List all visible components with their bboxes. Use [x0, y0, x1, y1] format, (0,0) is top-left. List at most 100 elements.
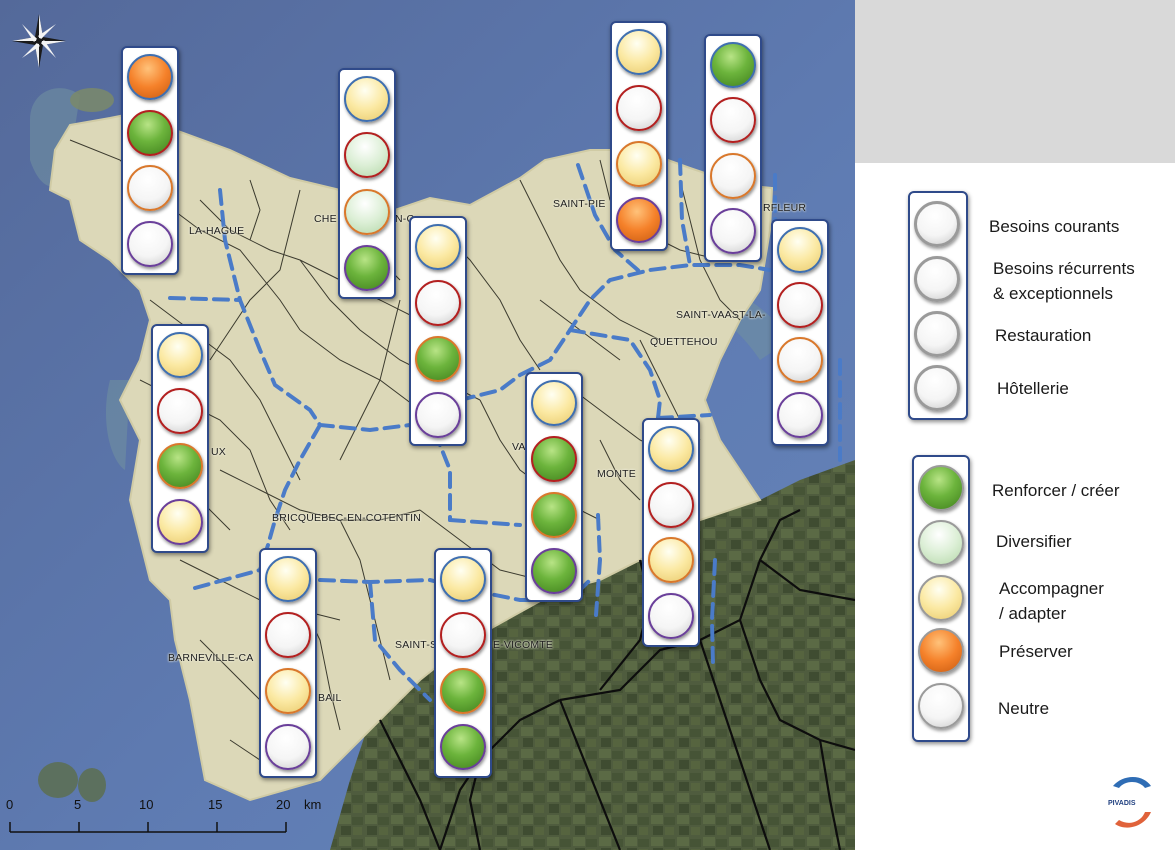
indicator-ball-courants-yellow [344, 76, 390, 122]
indicator-barfleur[interactable] [704, 34, 762, 262]
indicator-saint-pierre[interactable] [610, 21, 668, 251]
indicator-ball-courants-yellow [616, 29, 662, 75]
indicator-ball-restauration-yellow [265, 668, 311, 714]
indicator-ball-recurrents-white [616, 85, 662, 131]
legend-fill-orange-ball [918, 628, 964, 674]
header-placeholder-box [855, 0, 1175, 163]
place-label-saint-sauveur-2: E-VICOMTE [493, 639, 554, 651]
indicator-cherbourg[interactable] [338, 68, 396, 299]
indicator-ball-recurrents-white [157, 388, 203, 434]
indicator-valognes[interactable] [525, 372, 583, 602]
legend-fill-yellow-ball [918, 575, 964, 621]
scale-bar [9, 822, 287, 833]
island [70, 88, 114, 112]
logo-text: PIVADIS [1108, 800, 1136, 807]
indicator-ball-hotellerie-green [440, 724, 486, 770]
legend-ring-restauration-label: Restauration [995, 326, 1092, 345]
legend-fill-lightgreen-ball [918, 520, 964, 566]
indicator-ball-courants-yellow [415, 224, 461, 270]
place-label-cherbourg: CHE [314, 213, 337, 225]
indicator-ball-hotellerie-yellow [157, 499, 203, 545]
place-label-saint-sauveur: SAINT-S [395, 639, 438, 651]
indicator-ball-recurrents-white [710, 97, 756, 143]
legend-fill-orange-label: Préserver [999, 642, 1073, 661]
indicator-ball-hotellerie-green [531, 548, 577, 594]
map-area[interactable]: LA-HAGUE CHE N-C SAINT-PIE RFLEUR SAINT-… [0, 0, 855, 850]
indicator-valognes-north[interactable] [409, 216, 467, 446]
indicator-ball-recurrents-white [648, 482, 694, 528]
scale-label-15: 15 [208, 797, 223, 812]
indicator-ball-restauration-yellow [616, 141, 662, 187]
place-label-quettehou: QUETTEHOU [650, 336, 718, 348]
legend-fill-green-ball [918, 465, 964, 511]
indicator-ball-restauration-lightgreen [344, 189, 390, 235]
indicator-les-pieux[interactable] [151, 324, 209, 553]
indicator-ball-restauration-green [531, 492, 577, 538]
indicator-ball-restauration-green [415, 336, 461, 382]
indicator-ball-courants-yellow [648, 426, 694, 472]
indicator-la-hague[interactable] [121, 46, 179, 275]
indicator-ball-recurrents-white [440, 612, 486, 658]
indicator-ball-restauration-white [127, 165, 173, 211]
indicator-ball-restauration-white [710, 153, 756, 199]
place-label-montebourg: MONTE [597, 468, 636, 480]
legend-ring-courants-ball [914, 201, 960, 247]
indicator-ball-hotellerie-white [648, 593, 694, 639]
legend-ring-recurrents-label: Besoins récurrents & exceptionnels [993, 259, 1135, 303]
scale-label-20: 20 [276, 797, 291, 812]
indicator-ball-hotellerie-white [127, 221, 173, 267]
legend-fill-white-ball [918, 683, 964, 729]
indicator-ball-restauration-yellow [648, 537, 694, 583]
indicator-montebourg[interactable] [642, 418, 700, 647]
legend-ring-hotellerie-ball [914, 365, 960, 411]
indicator-ball-hotellerie-orange [616, 197, 662, 243]
indicator-saint-sauveur[interactable] [434, 548, 492, 778]
indicator-saint-vaast[interactable] [771, 219, 829, 446]
legend-ring-restauration-ball [914, 311, 960, 357]
indicator-ball-hotellerie-white [265, 724, 311, 770]
place-label-valognes: VA [512, 441, 526, 453]
legend-ring-hotellerie-label: Hôtellerie [997, 379, 1069, 398]
legend-fill-lightgreen-label: Diversifier [996, 532, 1072, 551]
scale-label-10: 10 [139, 797, 154, 812]
place-label-bricquebec: BRICQUEBEC-EN-COTENTIN [272, 512, 422, 524]
indicator-ball-recurrents-lightgreen [344, 132, 390, 178]
scale-label-0: 0 [6, 797, 14, 812]
indicator-ball-recurrents-green [127, 110, 173, 156]
island [38, 762, 78, 798]
island [78, 768, 106, 802]
legend-ring-recurrents-ball [914, 256, 960, 302]
indicator-ball-hotellerie-green [344, 245, 390, 291]
place-label-barneville: BARNEVILLE-CA [168, 652, 254, 664]
indicator-ball-courants-orange [127, 54, 173, 100]
indicator-ball-restauration-green [440, 668, 486, 714]
indicator-ball-hotellerie-white [710, 208, 756, 254]
indicator-ball-restauration-green [157, 443, 203, 489]
legend-fill-green-label: Renforcer / créer [992, 481, 1120, 500]
indicator-ball-restauration-white [777, 337, 823, 383]
indicator-ball-hotellerie-white [415, 392, 461, 438]
legend-fill-yellow-label: Accompagner / adapter [999, 579, 1104, 623]
indicator-ball-recurrents-white [777, 282, 823, 328]
scale-label-5: 5 [74, 797, 82, 812]
indicator-ball-courants-yellow [777, 227, 823, 273]
place-label-saint-vaast: SAINT-VAAST-LA- [676, 309, 766, 321]
indicator-ball-courants-yellow [265, 556, 311, 602]
legend-ring-courants-label: Besoins courants [989, 217, 1120, 236]
place-label-portbail: BAIL [318, 692, 342, 704]
indicator-ball-courants-green [710, 42, 756, 88]
indicator-ball-hotellerie-white [777, 392, 823, 438]
place-label-la-hague: LA-HAGUE [189, 225, 245, 237]
indicator-ball-recurrents-white [415, 280, 461, 326]
indicator-ball-courants-yellow [531, 380, 577, 426]
indicator-ball-recurrents-green [531, 436, 577, 482]
place-label-saint-pierre: SAINT-PIE [553, 198, 606, 210]
legend-fill-white-label: Neutre [998, 699, 1050, 718]
place-label-barfleur: RFLEUR [763, 202, 807, 214]
compass-rose-icon [12, 14, 66, 68]
indicator-ball-courants-yellow [440, 556, 486, 602]
scale-unit: km [304, 797, 322, 812]
indicator-portbail[interactable] [259, 548, 317, 778]
place-label-les-pieux: UX [211, 446, 226, 458]
indicator-ball-recurrents-white [265, 612, 311, 658]
